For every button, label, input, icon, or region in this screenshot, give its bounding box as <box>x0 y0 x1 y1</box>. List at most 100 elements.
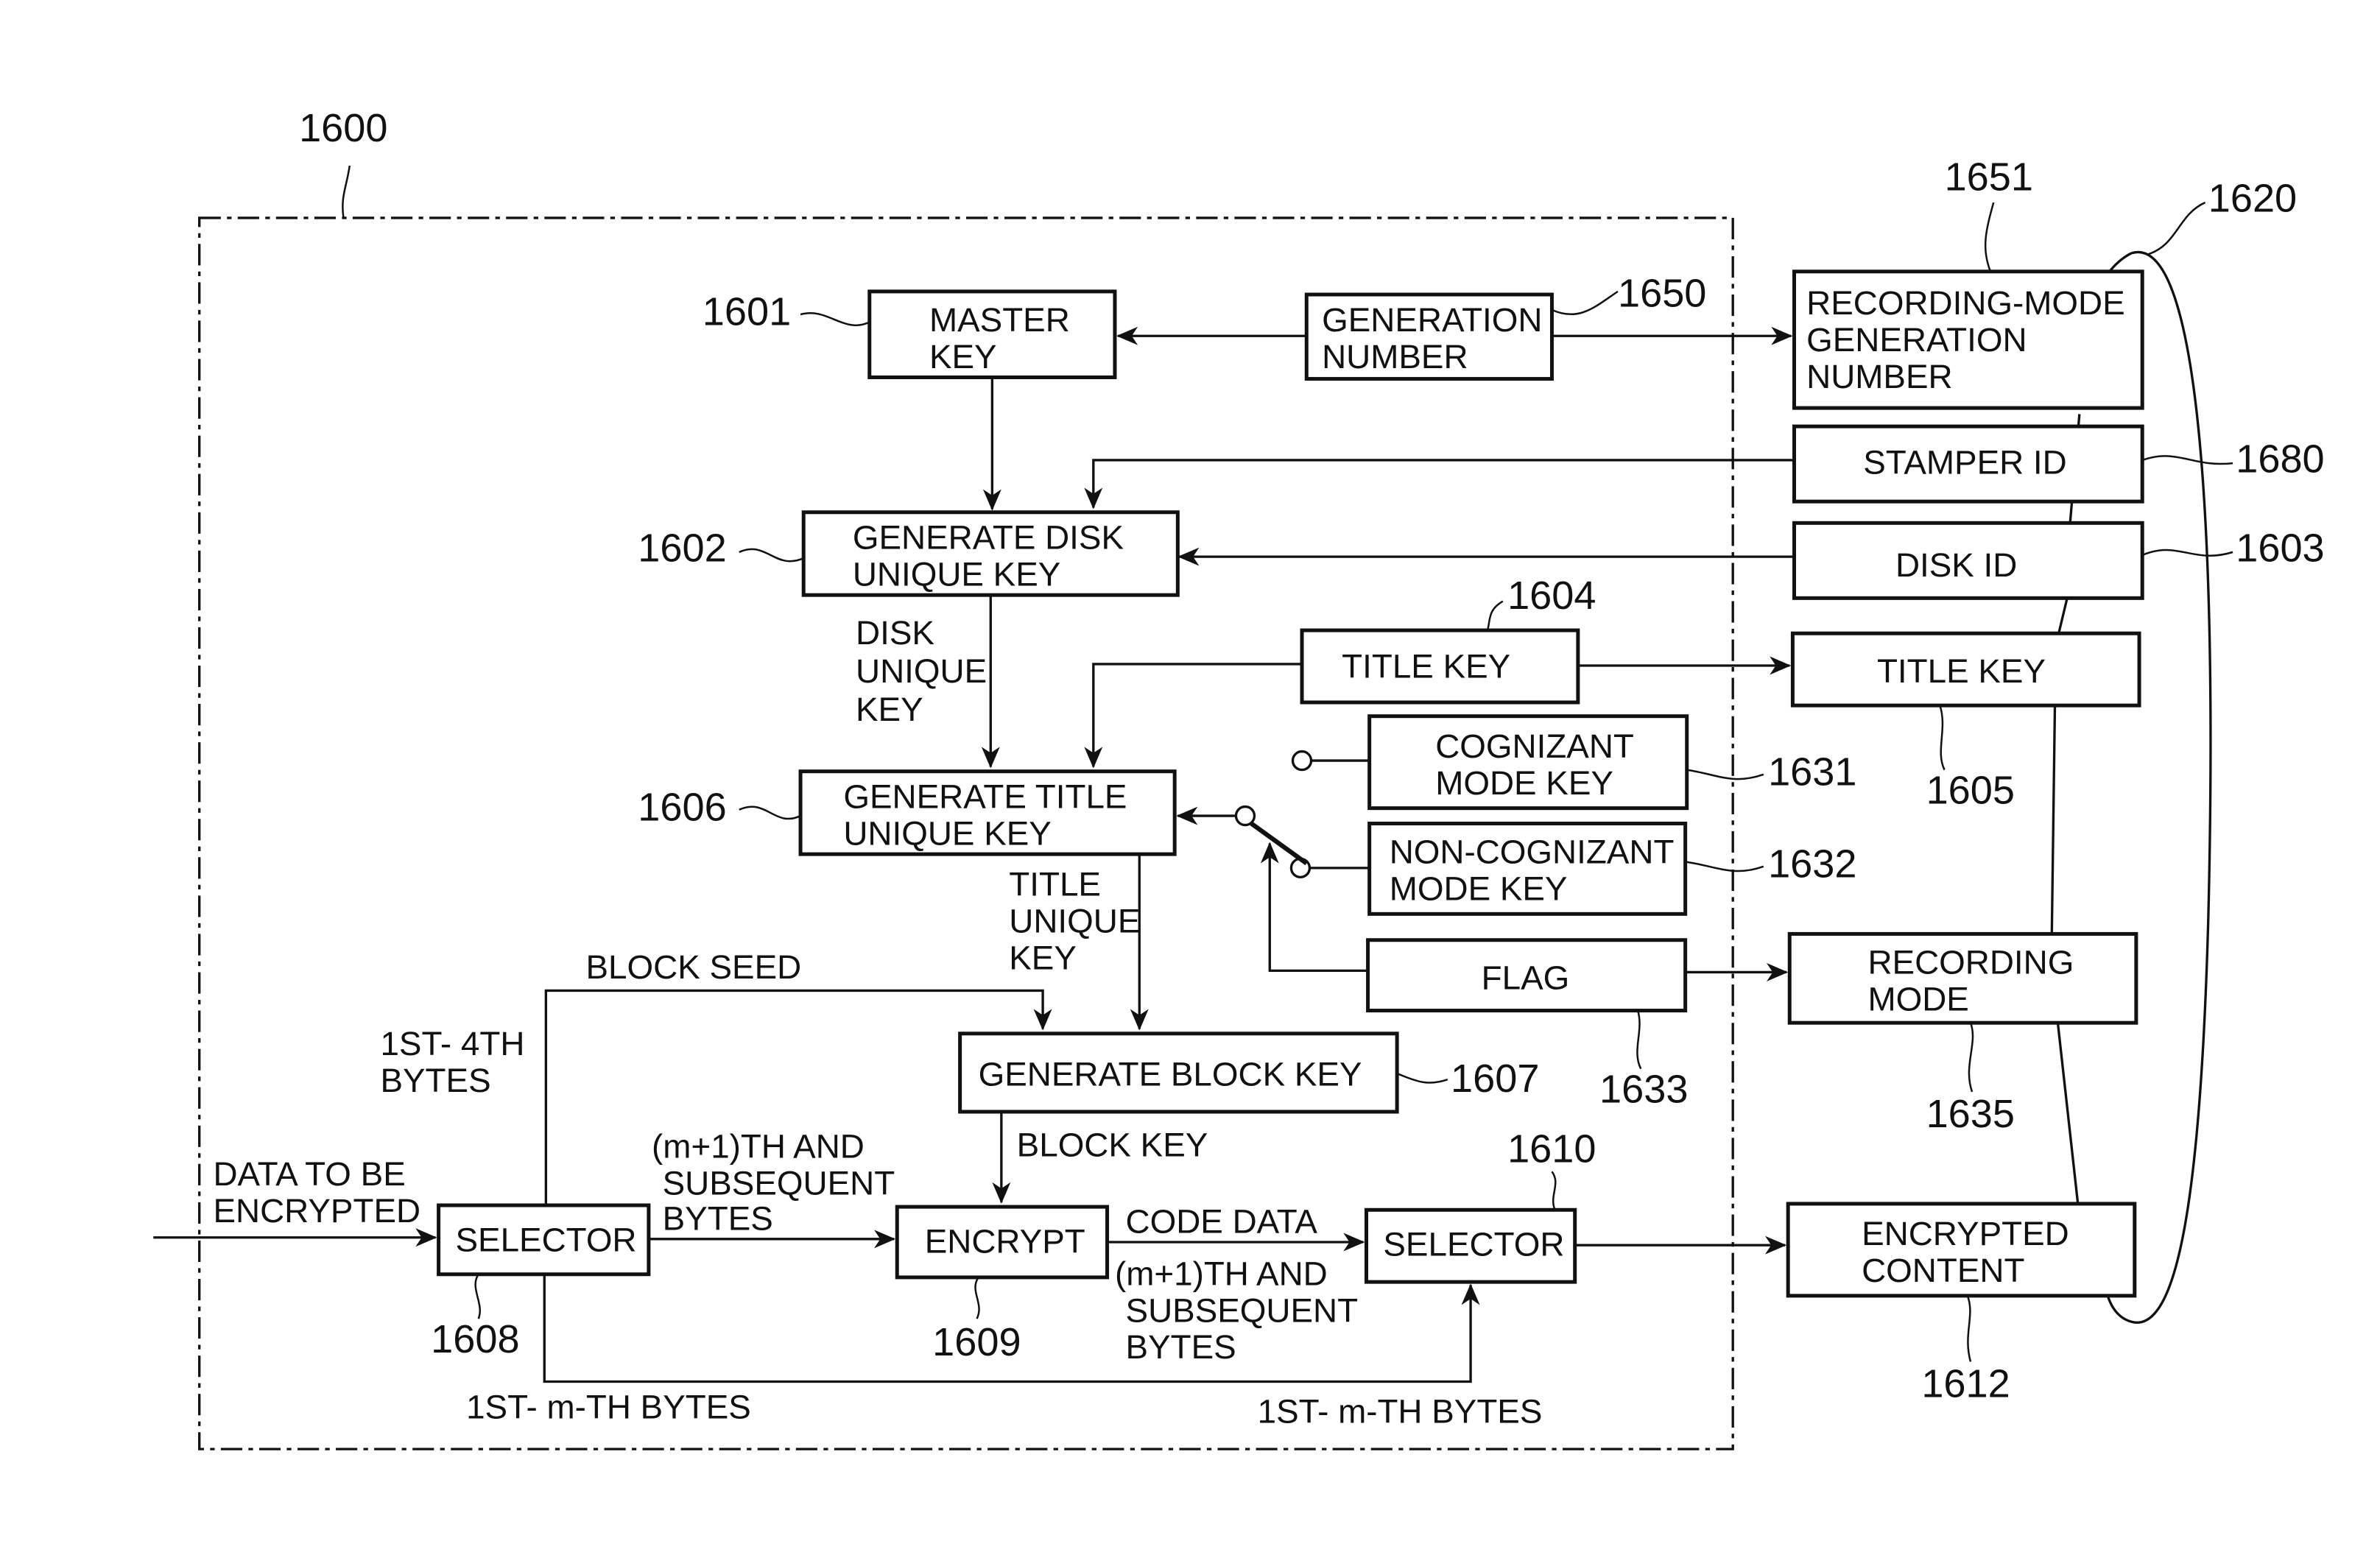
svg-text:UNIQUE: UNIQUE <box>856 652 987 690</box>
leader-1631 <box>1686 769 1764 780</box>
leader-1620 <box>2147 201 2206 256</box>
svg-text:DISK: DISK <box>856 614 934 652</box>
generate-disk-unique-key-block: GENERATE DISK UNIQUE KEY <box>801 510 1180 597</box>
svg-text:BYTES: BYTES <box>663 1199 773 1237</box>
svg-text:SELECTOR: SELECTOR <box>455 1221 636 1258</box>
ref-1650: 1650 <box>1618 272 1706 316</box>
svg-text:KEY: KEY <box>929 338 997 375</box>
block-key-label: BLOCK KEY <box>1017 1126 1208 1163</box>
arrow-titlekey-to-gen-title <box>1084 663 1303 769</box>
leader-1680 <box>2141 455 2233 465</box>
svg-text:GENERATE TITLE: GENERATE TITLE <box>843 778 1127 816</box>
ref-1631: 1631 <box>1768 750 1856 794</box>
m1-subsequent-bytes-out-label: (m+1)TH AND SUBSEQUENT BYTES <box>1115 1255 1358 1366</box>
flag-block: FLAG <box>1366 938 1688 1013</box>
switch-arm <box>1250 821 1309 866</box>
svg-text:MODE KEY: MODE KEY <box>1390 870 1568 908</box>
svg-text:RECORDING: RECORDING <box>1867 944 2074 981</box>
leader-1610 <box>1551 1171 1557 1210</box>
ref-1605: 1605 <box>1926 768 2015 812</box>
ref-1620: 1620 <box>2208 177 2297 221</box>
ref-1680: 1680 <box>2236 437 2324 482</box>
svg-text:GENERATION: GENERATION <box>1806 321 2027 359</box>
ref-1604: 1604 <box>1507 574 1596 618</box>
svg-text:(m+1)TH AND: (m+1)TH AND <box>1115 1255 1328 1292</box>
leader-1601 <box>800 312 870 327</box>
svg-text:TITLE KEY: TITLE KEY <box>1342 648 1510 685</box>
code-data-label: CODE DATA <box>1126 1202 1318 1240</box>
non-cognizant-mode-key-block: NON-COGNIZANT MODE KEY <box>1367 821 1688 916</box>
svg-text:NUMBER: NUMBER <box>1322 338 1468 375</box>
output-selector-block: SELECTOR <box>1364 1207 1577 1284</box>
svg-text:MODE: MODE <box>1867 981 1968 1018</box>
switch-contact-cognizant <box>1291 750 1313 772</box>
ref-1635: 1635 <box>1926 1092 2015 1136</box>
ref-1651: 1651 <box>1945 155 2033 199</box>
svg-text:BYTES: BYTES <box>1126 1328 1236 1366</box>
svg-text:ENCRYPT: ENCRYPT <box>925 1223 1085 1260</box>
svg-text:GENERATE DISK: GENERATE DISK <box>853 519 1124 557</box>
leader-1604 <box>1486 600 1504 631</box>
title-key-block: TITLE KEY <box>1300 628 1580 705</box>
svg-text:(m+1)TH AND: (m+1)TH AND <box>652 1127 865 1165</box>
disk-outline <box>2099 250 2212 1324</box>
svg-text:SELECTOR: SELECTOR <box>1383 1226 1564 1263</box>
svg-text:SUBSEQUENT: SUBSEQUENT <box>1126 1291 1359 1329</box>
svg-text:FLAG: FLAG <box>1482 959 1570 996</box>
first-m-bytes-left-label: 1ST- m-TH BYTES <box>466 1388 751 1425</box>
leader-1603 <box>2141 549 2233 557</box>
svg-text:MASTER: MASTER <box>929 301 1070 339</box>
svg-text:DISK ID: DISK ID <box>1895 546 2017 584</box>
block-diagram: 1600 1620 MASTER KEY 1601 GENERATION NUM… <box>153 106 2325 1450</box>
svg-text:COGNIZANT: COGNIZANT <box>1435 727 1634 765</box>
ref-1606: 1606 <box>638 785 726 829</box>
leader-1635 <box>1968 1022 1974 1093</box>
ref-1612: 1612 <box>1921 1361 2010 1406</box>
svg-text:DATA TO BE: DATA TO BE <box>213 1155 405 1193</box>
svg-text:SUBSEQUENT: SUBSEQUENT <box>663 1164 895 1202</box>
svg-text:KEY: KEY <box>856 691 923 728</box>
svg-text:KEY: KEY <box>1009 939 1077 976</box>
switch-pivot <box>1234 805 1256 827</box>
ref-1603: 1603 <box>2236 526 2324 570</box>
cognizant-mode-key-block: COGNIZANT MODE KEY <box>1367 714 1689 811</box>
svg-text:GENERATION: GENERATION <box>1322 301 1542 339</box>
input-selector-block: SELECTOR <box>437 1203 651 1277</box>
disk-unique-key-label: DISK UNIQUE KEY <box>856 614 987 728</box>
arrow-flag-to-switch <box>1260 842 1368 973</box>
leader-1632 <box>1685 861 1764 872</box>
recording-mode-field: RECORDING MODE <box>1787 931 2138 1025</box>
leader-1607 <box>1396 1072 1448 1084</box>
svg-text:CONTENT: CONTENT <box>1862 1252 2024 1289</box>
svg-text:BYTES: BYTES <box>380 1062 490 1099</box>
first-m-bytes-right-label: 1ST- m-TH BYTES <box>1258 1393 1543 1431</box>
ref-1610: 1610 <box>1507 1127 1596 1171</box>
svg-text:STAMPER ID: STAMPER ID <box>1863 444 2067 482</box>
disk-id-field: DISK ID <box>1792 521 2144 600</box>
title-unique-key-label: TITLE UNIQUE KEY <box>1009 865 1140 976</box>
arrow-stamper-to-gen-disk <box>1084 459 1795 509</box>
ref-1600: 1600 <box>299 106 387 150</box>
svg-text:ENCRYPTED: ENCRYPTED <box>1862 1215 2069 1252</box>
m1-subsequent-bytes-in-label: (m+1)TH AND SUBSEQUENT BYTES <box>652 1127 895 1237</box>
leader-1612 <box>1966 1295 1972 1362</box>
leader-1602 <box>739 548 804 563</box>
svg-text:NON-COGNIZANT: NON-COGNIZANT <box>1390 833 1675 871</box>
disk-title-key-field: TITLE KEY <box>1790 631 2141 708</box>
ref-1608: 1608 <box>431 1317 519 1361</box>
generate-block-key-block: GENERATE BLOCK KEY <box>958 1032 1399 1114</box>
master-key-block: MASTER KEY <box>867 289 1117 379</box>
recording-mode-generation-number-field: RECORDING-MODE GENERATION NUMBER <box>1792 269 2144 410</box>
encrypt-block: ENCRYPT <box>895 1205 1110 1280</box>
svg-text:NUMBER: NUMBER <box>1806 358 1952 395</box>
svg-text:UNIQUE: UNIQUE <box>1009 902 1140 939</box>
leader-1606 <box>739 805 801 820</box>
block-seed-label: BLOCK SEED <box>586 948 802 986</box>
svg-text:UNIQUE KEY: UNIQUE KEY <box>843 815 1051 853</box>
leader-1633 <box>1636 1010 1642 1070</box>
svg-text:UNIQUE KEY: UNIQUE KEY <box>853 556 1060 593</box>
svg-text:TITLE: TITLE <box>1009 865 1101 903</box>
encrypted-content-field: ENCRYPTED CONTENT <box>1786 1202 2137 1298</box>
svg-text:MODE KEY: MODE KEY <box>1435 764 1613 802</box>
leader-1651 <box>1984 202 1995 272</box>
